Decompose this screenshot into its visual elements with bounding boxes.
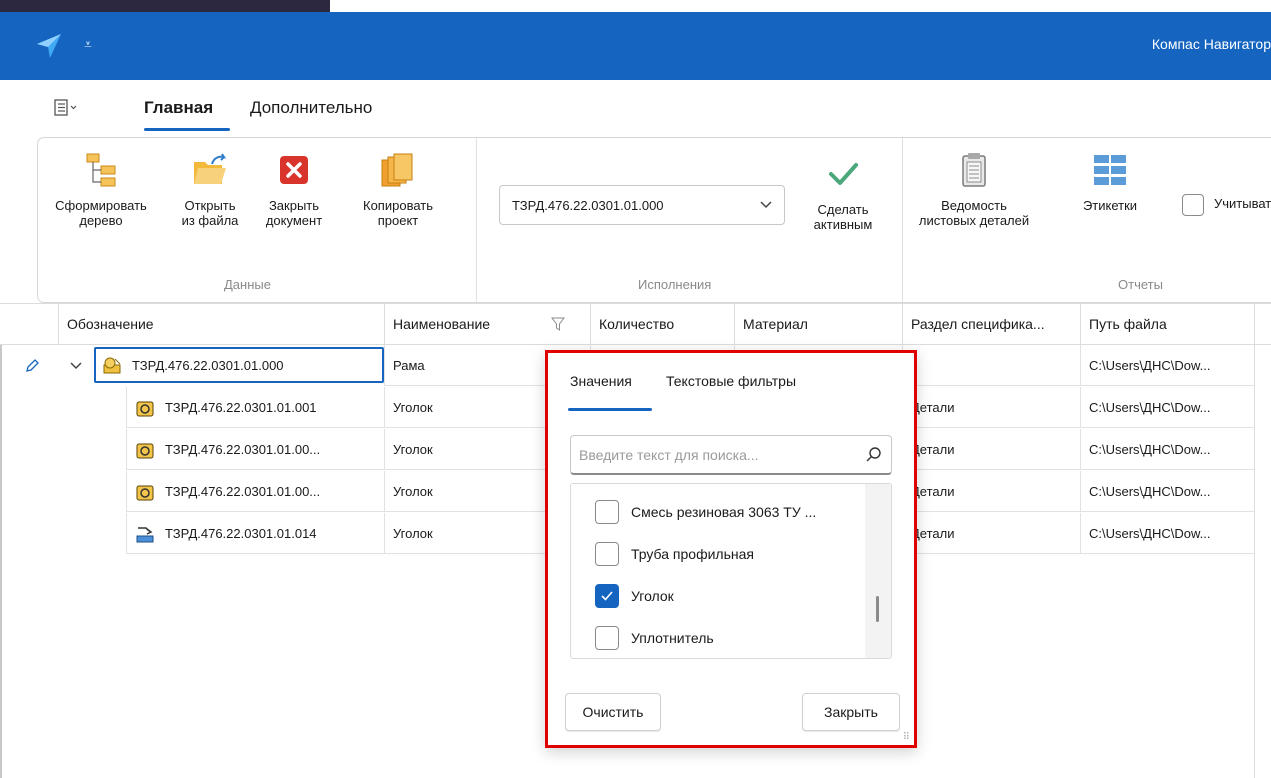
consider-checkbox[interactable]	[1182, 194, 1204, 216]
part-icon	[136, 443, 154, 458]
tab-main[interactable]: Главная	[144, 98, 213, 118]
cell-file-path: C:\Users\ДНС\Dow...	[1080, 345, 1254, 386]
consider-checkbox-label: Учитыват	[1214, 196, 1271, 211]
filter-values-list: Смесь резиновая 3063 ТУ ... Труба профил…	[570, 483, 892, 659]
chevron-down-icon	[760, 201, 772, 209]
close-document-button[interactable]: Закрыть документ	[252, 152, 336, 228]
ribbon-separator	[476, 138, 477, 302]
column-header-spec-section[interactable]: Раздел специфика...	[902, 304, 1080, 344]
expand-chevron-icon[interactable]	[70, 361, 82, 371]
copy-project-button[interactable]: Копировать проект	[350, 152, 446, 228]
item-checkbox[interactable]	[595, 542, 619, 566]
make-active-button[interactable]: Сделать активным	[798, 156, 888, 232]
quick-access-dropdown-icon[interactable]: ⩡	[84, 36, 92, 53]
list-item[interactable]: Смесь резиновая 3063 ТУ ...	[595, 500, 816, 524]
filter-search-field[interactable]	[570, 435, 892, 475]
cell-designation[interactable]: ТЗРД.476.22.0301.01.00...	[126, 429, 384, 470]
edit-pencil-icon	[26, 359, 39, 372]
list-item[interactable]: Труба профильная	[595, 542, 754, 566]
group-label-reports: Отчеты	[1118, 277, 1163, 292]
item-checkbox[interactable]	[595, 626, 619, 650]
tree-icon	[86, 153, 116, 187]
tab-values[interactable]: Значения	[570, 373, 632, 389]
group-label-versions: Исполнения	[638, 277, 712, 292]
column-header-material[interactable]: Материал	[734, 304, 902, 344]
column-header-quantity[interactable]: Количество	[590, 304, 734, 344]
ribbon-panel: Сформировать дерево Открыть из файла Зак…	[37, 137, 1271, 303]
sheet-parts-report-button[interactable]: Ведомость листовых деталей	[914, 152, 1034, 228]
part-icon	[136, 401, 154, 416]
column-filter-popup: Значения Текстовые фильтры Смесь резинов…	[545, 350, 917, 748]
item-checkbox-checked[interactable]	[595, 584, 619, 608]
app-menu-icon[interactable]	[54, 98, 80, 118]
ribbon-separator	[902, 138, 903, 302]
clipboard-icon	[962, 153, 986, 187]
cell-spec-section: Детали	[902, 429, 1080, 470]
labels-button[interactable]: Этикетки	[1070, 152, 1150, 213]
cell-designation[interactable]: ТЗРД.476.22.0301.01.00...	[126, 471, 384, 512]
version-select[interactable]: ТЗРД.476.22.0301.01.000	[499, 185, 785, 225]
ribbon-tabs: Главная Дополнительно	[0, 90, 1271, 132]
cell-spec-section: Детали	[902, 387, 1080, 428]
close-button[interactable]: Закрыть	[802, 693, 900, 731]
copy-project-icon	[381, 153, 413, 187]
active-tab-indicator	[144, 128, 230, 131]
navigator-logo-icon[interactable]	[34, 31, 64, 61]
build-tree-button[interactable]: Сформировать дерево	[46, 152, 156, 228]
cell-file-path: C:\Users\ДНС\Dow...	[1080, 513, 1254, 554]
scrollbar-thumb[interactable]	[876, 596, 879, 622]
open-from-file-button[interactable]: Открыть из файла	[170, 152, 250, 228]
cell-designation[interactable]: ТЗРД.476.22.0301.01.014	[126, 513, 384, 554]
app-header	[0, 12, 1271, 80]
cell-file-path: C:\Users\ДНС\Dow...	[1080, 387, 1254, 428]
resize-grip-icon[interactable]: ⠿	[903, 732, 910, 743]
cell-spec-section: Детали	[902, 471, 1080, 512]
active-tab-indicator	[568, 408, 652, 411]
cell-designation[interactable]: ТЗРД.476.22.0301.01.001	[126, 387, 384, 428]
close-doc-icon	[280, 156, 308, 184]
window-left-edge	[0, 345, 2, 778]
column-header-name[interactable]: Наименование	[384, 304, 590, 344]
folder-open-icon	[194, 153, 227, 184]
checkmark-icon	[829, 163, 858, 185]
labels-icon	[1094, 155, 1126, 185]
title-bar: ⩡ Компас Навигатор	[0, 0, 1271, 90]
window-top-strip	[0, 0, 330, 12]
list-item[interactable]: Уплотнитель	[595, 626, 714, 650]
cell-file-path: C:\Users\ДНС\Dow...	[1080, 471, 1254, 512]
cell-spec-section: Детали	[902, 513, 1080, 554]
group-label-data: Данные	[224, 277, 271, 292]
tab-text-filters[interactable]: Текстовые фильтры	[666, 373, 796, 389]
item-checkbox[interactable]	[595, 500, 619, 524]
column-header-file-path[interactable]: Путь файла	[1080, 304, 1254, 344]
cell-file-path: C:\Users\ДНС\Dow...	[1080, 429, 1254, 470]
tab-additional[interactable]: Дополнительно	[250, 98, 372, 118]
cell-spec-section	[902, 345, 1080, 386]
version-select-value: ТЗРД.476.22.0301.01.000	[512, 197, 664, 213]
cell-designation[interactable]: ТЗРД.476.22.0301.01.000	[94, 345, 384, 386]
app-title: Компас Навигатор	[1151, 36, 1271, 52]
part-icon	[136, 485, 154, 500]
check-icon	[601, 591, 613, 601]
filter-search-input[interactable]	[579, 446, 849, 463]
grid-header: Обозначение Наименование Количество Мате…	[0, 303, 1271, 345]
column-header-designation[interactable]: Обозначение	[58, 304, 384, 344]
list-scrollbar[interactable]	[865, 484, 891, 658]
filter-icon[interactable]	[551, 317, 565, 331]
sheet-part-icon	[136, 526, 154, 542]
list-item[interactable]: Уголок	[595, 584, 674, 608]
clear-button[interactable]: Очистить	[565, 693, 661, 731]
assembly-icon	[103, 357, 121, 374]
search-icon[interactable]	[865, 446, 883, 464]
grid-right-border	[1254, 303, 1255, 778]
